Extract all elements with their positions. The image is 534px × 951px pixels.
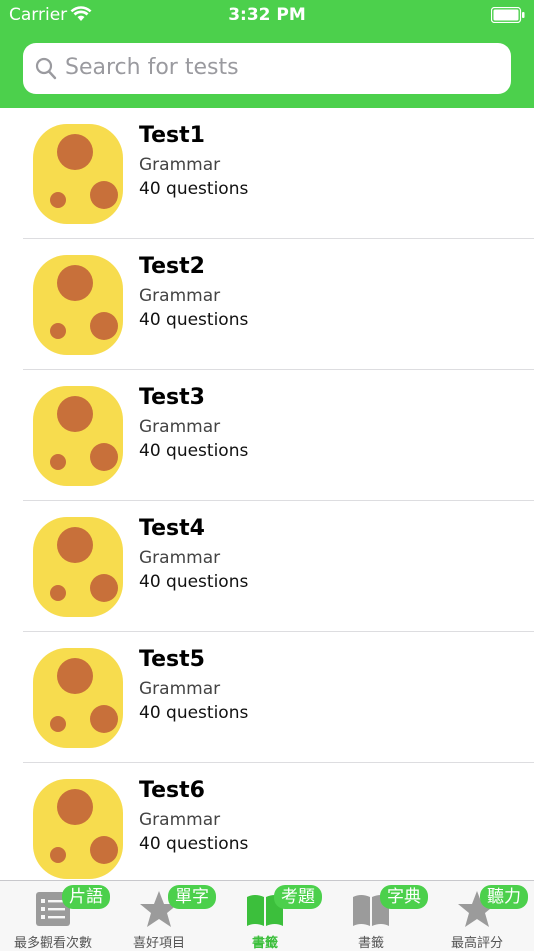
test-category: Grammar xyxy=(139,417,221,437)
test-question-count: 40 questions xyxy=(139,179,249,199)
test-question-count: 40 questions xyxy=(139,310,249,330)
test-thumbnail xyxy=(33,648,123,748)
tab-bar: 片語 最多觀看次數 單字 喜好項目 考題 書籤 字典 書籤 聽力 最高評分 xyxy=(0,880,534,951)
tab-label: 喜好項目 xyxy=(132,936,185,951)
tab-badge: 考題 xyxy=(274,885,322,909)
search-icon xyxy=(35,57,57,80)
tab-badge: 字典 xyxy=(380,885,428,909)
tab-top-rated[interactable]: 聽力 最高評分 xyxy=(424,881,530,951)
tab-most-viewed[interactable]: 片語 最多觀看次數 xyxy=(0,881,110,951)
test-question-count: 40 questions xyxy=(139,834,249,854)
test-category: Grammar xyxy=(139,810,221,830)
tab-label: 書籤 xyxy=(357,936,384,951)
status-time: 3:32 PM xyxy=(228,5,306,25)
list-item[interactable]: Test5 Grammar 40 questions xyxy=(0,632,534,763)
test-question-count: 40 questions xyxy=(139,703,249,723)
test-thumbnail xyxy=(33,517,123,617)
list-item[interactable]: Test1 Grammar 40 questions xyxy=(0,108,534,239)
test-category: Grammar xyxy=(139,548,221,568)
test-question-count: 40 questions xyxy=(139,572,249,592)
list-item[interactable]: Test6 Grammar 40 questions xyxy=(0,763,534,880)
test-thumbnail xyxy=(33,124,123,224)
tab-badge: 片語 xyxy=(62,885,110,909)
list-item[interactable]: Test3 Grammar 40 questions xyxy=(0,370,534,501)
test-title: Test6 xyxy=(139,778,205,803)
test-title: Test5 xyxy=(139,647,205,672)
tab-bookmarks-dictionary[interactable]: 字典 書籤 xyxy=(318,881,428,951)
test-thumbnail xyxy=(33,779,123,879)
test-list: Test1 Grammar 40 questions Test2 Grammar… xyxy=(0,108,534,880)
tab-favorites[interactable]: 單字 喜好項目 xyxy=(106,881,216,951)
test-category: Grammar xyxy=(139,286,221,306)
test-category: Grammar xyxy=(139,155,221,175)
test-thumbnail xyxy=(33,255,123,355)
list-item[interactable]: Test2 Grammar 40 questions xyxy=(0,239,534,370)
test-title: Test1 xyxy=(139,123,205,148)
test-title: Test2 xyxy=(139,254,205,279)
test-category: Grammar xyxy=(139,679,221,699)
test-title: Test3 xyxy=(139,385,205,410)
search-bar[interactable]: Search for tests xyxy=(23,43,511,94)
tab-label: 最多觀看次數 xyxy=(13,936,92,951)
test-thumbnail xyxy=(33,386,123,486)
tab-badge: 單字 xyxy=(168,885,216,909)
search-input[interactable]: Search for tests xyxy=(65,55,239,80)
tab-label: 最高評分 xyxy=(450,936,503,951)
tab-label: 書籤 xyxy=(251,936,278,951)
tab-badge: 聽力 xyxy=(480,885,528,909)
header: Carrier 3:32 PM Search for tests xyxy=(0,0,534,108)
battery-icon xyxy=(491,7,525,23)
list-item[interactable]: Test4 Grammar 40 questions xyxy=(0,501,534,632)
status-bar: Carrier 3:32 PM xyxy=(0,0,534,32)
tab-bookmarks-tests[interactable]: 考題 書籤 xyxy=(212,881,322,951)
test-question-count: 40 questions xyxy=(139,441,249,461)
test-title: Test4 xyxy=(139,516,205,541)
